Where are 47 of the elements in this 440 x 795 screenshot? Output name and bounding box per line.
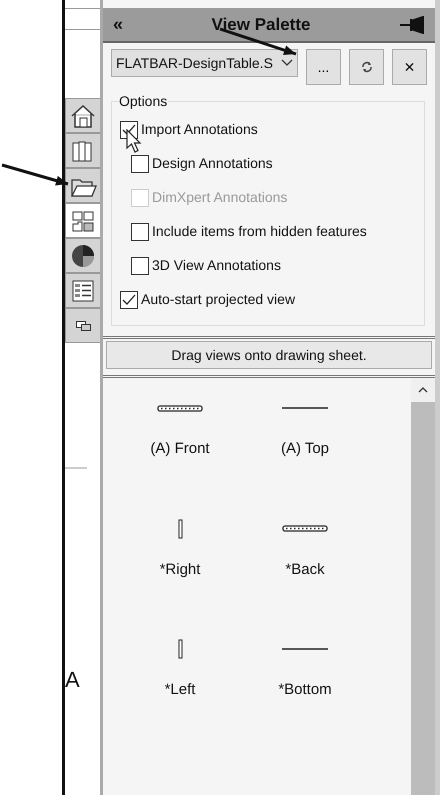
refresh-button[interactable] [349, 49, 384, 85]
side-tab[interactable] [65, 203, 100, 238]
file-dropdown[interactable]: FLATBAR-DesignTable.S [111, 49, 298, 77]
caret-icon [418, 387, 428, 393]
chat-icon [76, 320, 90, 330]
dotted-bar-thumbnail[interactable] [157, 404, 203, 412]
slab-thumbnail[interactable] [178, 518, 182, 538]
check-icon [122, 294, 136, 306]
collapse-button[interactable]: « [113, 11, 124, 38]
checkbox[interactable] [131, 222, 149, 240]
view-label[interactable]: *Left [164, 679, 196, 702]
view-label[interactable]: (A) Front [150, 438, 210, 460]
refresh-icon [360, 61, 372, 73]
sheet-label: A [65, 669, 81, 691]
hint-bar: Drag views onto drawing sheet. [106, 341, 432, 369]
view-label[interactable]: *Right [160, 558, 200, 581]
view-label[interactable]: (A) Top [280, 438, 330, 460]
checkbox-label: Include items from hidden features [152, 222, 367, 241]
checkbox[interactable] [131, 256, 149, 274]
checkbox[interactable] [120, 290, 138, 308]
checkbox[interactable] [131, 154, 149, 172]
check-icon [122, 124, 136, 136]
checkbox-label: DimXpert Annotations [152, 188, 288, 207]
line-thumbnail[interactable] [282, 646, 328, 652]
view-label[interactable]: *Back [285, 558, 325, 581]
checkbox-label: Import Annotations [141, 120, 258, 139]
scrollbar[interactable] [411, 378, 435, 795]
side-tab[interactable] [65, 168, 100, 203]
scroll-up-button[interactable] [411, 378, 435, 402]
close-button[interactable]: × [392, 49, 427, 85]
view-label[interactable]: *Bottom [278, 679, 332, 702]
checkbox-label: Design Annotations [152, 154, 273, 173]
pin-icon[interactable] [399, 16, 425, 34]
dotted-bar-thumbnail[interactable] [282, 524, 328, 533]
checkbox-label: 3D View Annotations [152, 256, 281, 275]
side-tab[interactable] [65, 308, 100, 343]
line-thumbnail[interactable] [282, 405, 328, 411]
slab-thumbnail[interactable] [178, 639, 182, 659]
side-tab[interactable] [65, 98, 100, 133]
browse-button[interactable]: ... [306, 49, 341, 85]
panel-title: View Palette [210, 14, 312, 36]
checkbox-label: Auto-start projected view [141, 290, 296, 309]
cursor-icon [126, 129, 142, 153]
side-tab[interactable] [65, 133, 100, 168]
chevron-icon [281, 59, 293, 67]
side-tab[interactable] [65, 238, 100, 273]
side-tab[interactable] [65, 273, 100, 308]
